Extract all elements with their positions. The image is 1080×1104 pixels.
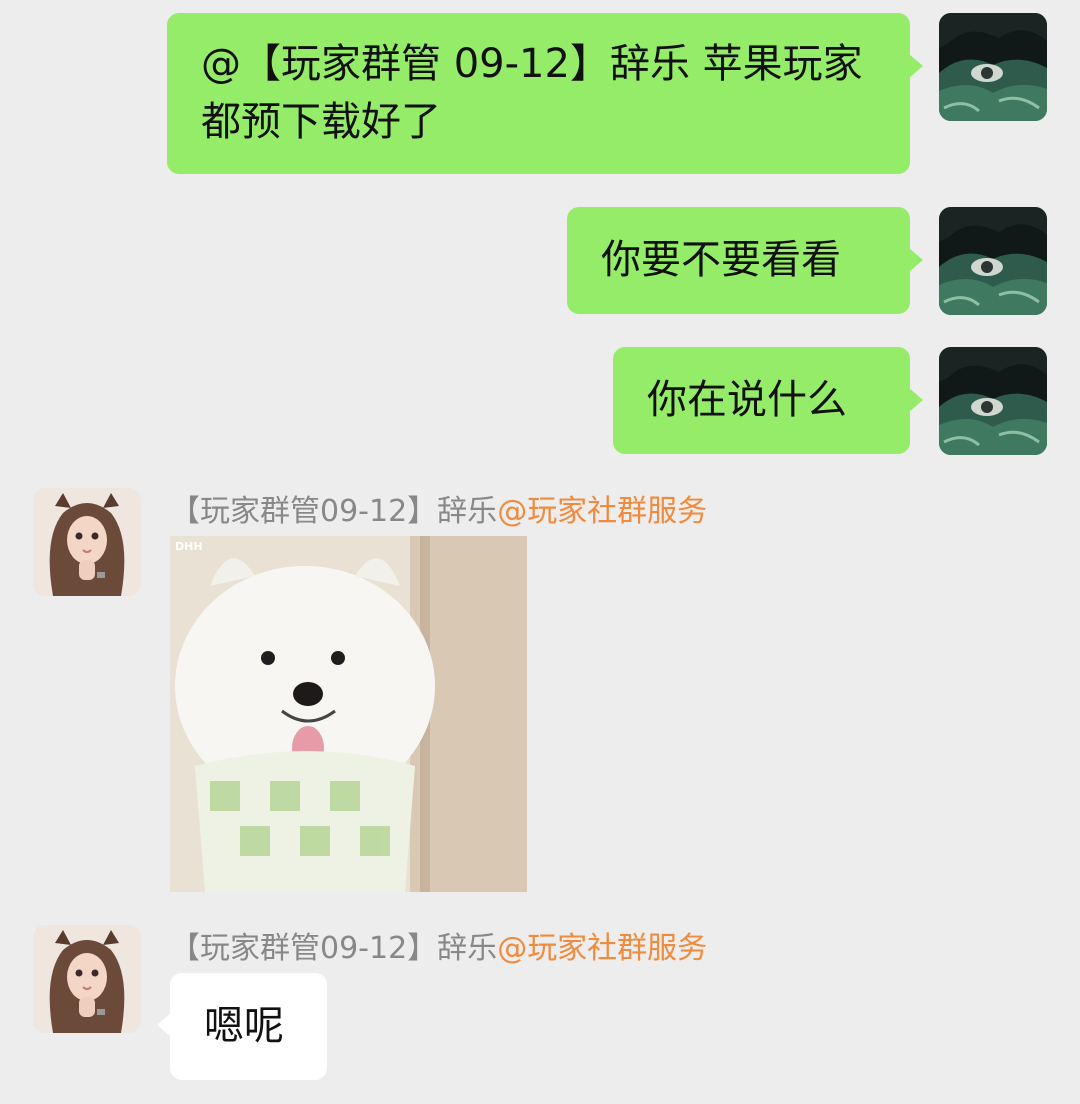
sender-label: 【玩家群管09-12】辞乐@玩家社群服务 (170, 929, 707, 969)
self-avatar[interactable] (939, 13, 1047, 121)
chat-message-list[interactable]: @【玩家群管 09-12】辞乐 苹果玩家都预下载好了 你要不要看看 你在说什么 … (0, 0, 1080, 1104)
bubble-tail (157, 1013, 171, 1037)
sticker-image[interactable]: DHH (170, 536, 527, 892)
sender-group-mention[interactable]: @玩家社群服务 (497, 494, 707, 529)
message-bubble-outgoing[interactable]: 你在说什么 (613, 347, 910, 454)
message-bubble-outgoing[interactable]: @【玩家群管 09-12】辞乐 苹果玩家都预下载好了 (167, 13, 910, 174)
bubble-tail (909, 248, 923, 272)
sender-name: 【玩家群管09-12】辞乐 (170, 494, 498, 529)
dark-green-anime-avatar-icon (939, 13, 1047, 121)
message-text: @【玩家群管 09-12】辞乐 苹果玩家都预下载好了 (201, 41, 863, 145)
sender-group-mention[interactable]: @玩家社群服务 (497, 931, 707, 966)
sender-avatar[interactable] (33, 925, 141, 1033)
samoyed-dog-sticker-icon: DHH (170, 536, 527, 892)
dark-green-anime-avatar-icon (939, 347, 1047, 455)
sticker-watermark: DHH (175, 540, 203, 553)
bubble-tail (909, 388, 923, 412)
girl-avatar-icon (33, 925, 141, 1033)
sender-avatar[interactable] (33, 488, 141, 596)
girl-avatar-icon (33, 488, 141, 596)
message-text: 嗯呢 (204, 1003, 284, 1049)
message-bubble-incoming[interactable]: 嗯呢 (170, 973, 327, 1080)
sender-name: 【玩家群管09-12】辞乐 (170, 931, 498, 966)
message-text: 你在说什么 (647, 377, 847, 423)
bubble-tail (909, 54, 923, 78)
self-avatar[interactable] (939, 347, 1047, 455)
dark-green-anime-avatar-icon (939, 207, 1047, 315)
sender-label: 【玩家群管09-12】辞乐@玩家社群服务 (170, 492, 707, 532)
message-bubble-outgoing[interactable]: 你要不要看看 (567, 207, 910, 314)
self-avatar[interactable] (939, 207, 1047, 315)
message-text: 你要不要看看 (601, 237, 841, 283)
